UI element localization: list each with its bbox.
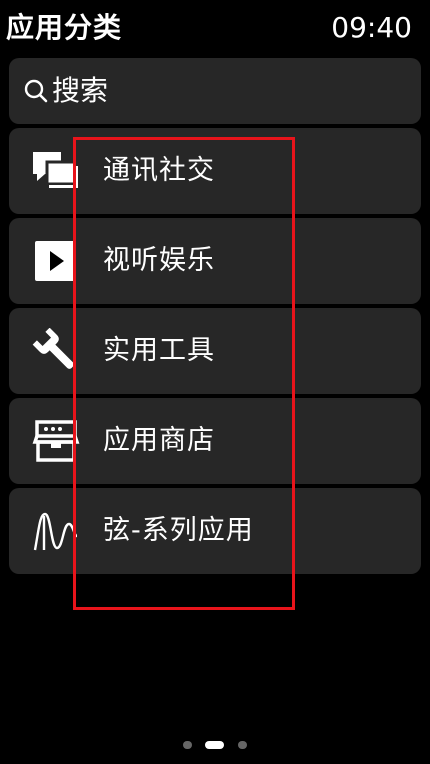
store-icon [32,420,80,462]
category-label: 通讯社交 [103,155,215,186]
waveform-icon [33,512,78,551]
play-icon [35,241,75,281]
category-item-entertainment[interactable]: 视听娱乐 [9,218,421,304]
page-dot-active [205,741,224,749]
page-indicator [0,739,430,751]
category-label: 视听娱乐 [103,245,215,276]
search-icon [24,79,48,103]
category-label: 弦-系列应用 [103,515,254,546]
category-item-app-store[interactable]: 应用商店 [9,398,421,484]
category-item-communication[interactable]: 通讯社交 [9,128,421,214]
page-dot [183,741,192,749]
wrench-icon [32,328,74,369]
page-dot [238,741,247,749]
category-item-xian-series[interactable]: 弦-系列应用 [9,488,421,574]
category-label: 实用工具 [103,335,215,366]
status-bar: 应用分类 09:40 [0,0,430,56]
chat-bubbles-icon [33,152,78,188]
search-bar[interactable]: 搜索 [9,58,421,124]
category-label: 应用商店 [103,425,215,456]
category-list: 通讯社交 视听娱乐 实用工具 应用商店 弦-系列应用 [9,128,421,578]
search-label: 搜索 [52,74,109,107]
page-title: 应用分类 [6,11,123,44]
clock: 09:40 [331,11,412,44]
category-item-tools[interactable]: 实用工具 [9,308,421,394]
